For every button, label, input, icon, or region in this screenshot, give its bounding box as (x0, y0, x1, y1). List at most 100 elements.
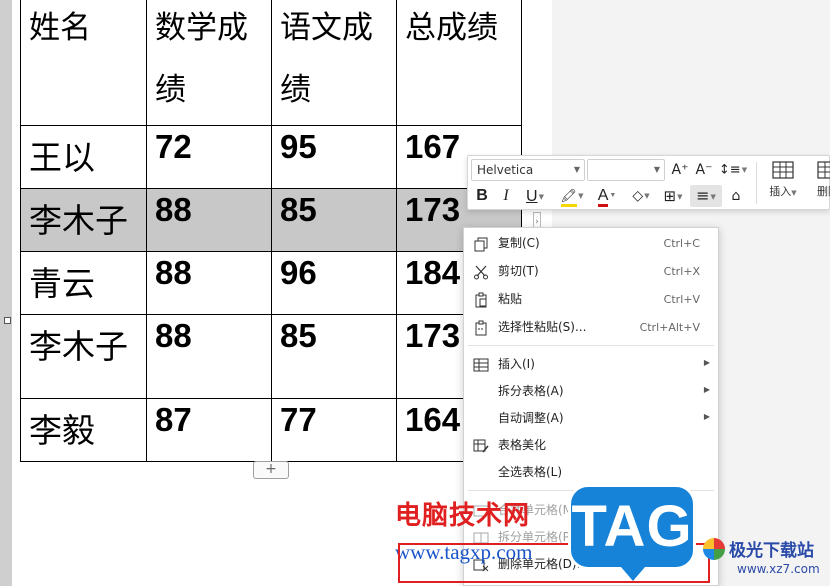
highlight-button[interactable]: 🖍▼ (556, 185, 588, 207)
chevron-down-icon: ▼ (573, 165, 580, 174)
watermark-site2-name: 极光下载站 (729, 541, 814, 561)
chevron-down-icon: ▼ (538, 192, 544, 201)
cell-chinese[interactable]: 96 (271, 251, 397, 315)
bold-button[interactable]: B (472, 185, 492, 207)
menu-label: 剪切(T) (498, 264, 539, 278)
line-spacing-icon: ↕≡ (718, 162, 741, 178)
chevron-down-icon: ▼ (677, 192, 683, 201)
cell-chinese[interactable]: 85 (271, 314, 397, 399)
cell-chinese[interactable]: 95 (271, 125, 397, 189)
underline-icon: U (526, 188, 538, 205)
font-color-icon: A (597, 187, 609, 208)
cell-name[interactable]: 李木子 (20, 188, 147, 252)
align-button[interactable]: ≡▼ (690, 185, 722, 207)
table-row[interactable]: 李毅 87 77 164 (20, 398, 522, 462)
scissors-icon (474, 265, 488, 280)
watermark-site2-url: www.xz7.com (737, 562, 820, 576)
borders-icon: ⊞ (663, 187, 677, 205)
chevron-down-icon: ▼ (741, 166, 748, 174)
table-row[interactable]: 李木子 88 85 173 (20, 314, 522, 399)
insert-row-col-button[interactable]: 插入▼ (758, 158, 808, 208)
copy-icon (474, 237, 488, 252)
menu-label: 自动调整(A) (498, 411, 564, 425)
table-resize-handle[interactable] (4, 317, 11, 324)
cell-name[interactable]: 王以 (20, 125, 147, 189)
menu-item-insert[interactable]: 插入(I) ▶ (464, 351, 718, 378)
menu-label: 插入(I) (498, 357, 535, 371)
chevron-down-icon: ▼ (653, 165, 660, 174)
cell-name[interactable]: 李木子 (20, 314, 147, 399)
menu-label: 选择性粘贴(S)... (498, 320, 587, 334)
score-table[interactable]: 姓名 数学成绩 语文成绩 总成绩 王以 72 95 167 李木子 88 85 … (20, 0, 522, 462)
toolbar-divider (756, 162, 757, 204)
grow-font-button[interactable]: A⁺ (670, 159, 690, 181)
cell-math[interactable]: 88 (146, 188, 272, 252)
table-row[interactable]: 青云 88 96 184 (20, 251, 522, 315)
highlighter-icon: 🖍 (560, 188, 578, 207)
tag-logo-text: TAG (571, 494, 693, 559)
menu-item-cut[interactable]: 剪切(T) Ctrl+X (464, 258, 718, 285)
menu-item-select-table[interactable]: 全选表格(L) (464, 459, 718, 486)
header-cell-name[interactable]: 姓名 (20, 0, 147, 126)
delete-label: 删除 (817, 185, 830, 198)
font-size-select[interactable]: ▼ (587, 159, 665, 181)
menu-item-beautify[interactable]: 表格美化 (464, 432, 718, 459)
menu-shortcut: Ctrl+V (663, 293, 700, 306)
header-cell-chinese[interactable]: 语文成绩 (271, 0, 397, 126)
table-delete-icon (817, 161, 830, 179)
cell-math[interactable]: 72 (146, 125, 272, 189)
watermark-download-site: 极光下载站 www.xz7.com (701, 536, 830, 586)
menu-shortcut: Ctrl+Alt+V (639, 321, 700, 334)
menu-item-split-table[interactable]: 拆分表格(A) ▶ (464, 378, 718, 405)
table-header-row[interactable]: 姓名 数学成绩 语文成绩 总成绩 (20, 0, 522, 126)
header-cell-total[interactable]: 总成绩 (396, 0, 522, 126)
clipboard-icon (475, 292, 487, 308)
font-name-value: Helvetica (477, 163, 534, 177)
cell-chinese[interactable]: 77 (271, 398, 397, 462)
table-insert-icon (473, 358, 489, 372)
menu-label: 表格美化 (498, 438, 547, 452)
cell-math[interactable]: 87 (146, 398, 272, 462)
menu-item-copy[interactable]: 复制(C) Ctrl+C (464, 230, 718, 257)
tag-logo-tail (621, 567, 645, 581)
table-row[interactable]: 王以 72 95 167 (20, 125, 522, 189)
table-style-icon (473, 439, 489, 453)
menu-shortcut: Ctrl+C (663, 237, 700, 250)
insert-label: 插入 (769, 185, 792, 198)
font-name-select[interactable]: Helvetica ▼ (471, 159, 585, 181)
line-spacing-button[interactable]: ↕≡▼ (718, 159, 748, 181)
chevron-down-icon: ▼ (609, 192, 617, 199)
menu-item-paste[interactable]: 粘贴 Ctrl+V (464, 286, 718, 313)
submenu-arrow-icon: ▶ (703, 412, 710, 421)
paint-bucket-icon: ◇ (632, 188, 644, 204)
table-row-selected[interactable]: 李木子 88 85 173 (20, 188, 522, 252)
watermark-tag-logo: TAG (568, 484, 696, 581)
menu-label: 全选表格(L) (498, 465, 563, 479)
chevron-down-icon: ▼ (644, 192, 650, 200)
add-row-button[interactable]: + (253, 461, 289, 479)
format-painter-button[interactable]: ⌂ (726, 185, 746, 207)
submenu-arrow-icon: ▶ (703, 358, 710, 367)
cell-chinese[interactable]: 85 (271, 188, 397, 252)
underline-button[interactable]: U▼ (520, 185, 550, 207)
delete-row-col-button[interactable]: 删除 (803, 158, 830, 208)
cell-name[interactable]: 青云 (20, 251, 147, 315)
cell-math[interactable]: 88 (146, 314, 272, 399)
cell-name[interactable]: 李毅 (20, 398, 147, 462)
shrink-font-button[interactable]: A⁻ (694, 159, 714, 181)
font-color-button[interactable]: A▼ (592, 185, 622, 208)
header-cell-math[interactable]: 数学成绩 (146, 0, 272, 126)
shading-button[interactable]: ◇▼ (626, 185, 656, 207)
menu-divider (468, 345, 714, 346)
watermark-site-name: 电脑技术网 (395, 501, 531, 531)
cell-math[interactable]: 88 (146, 251, 272, 315)
floating-format-toolbar: Helvetica ▼ ▼ A⁺ A⁻ ↕≡▼ B I U▼ 🖍▼ A▼ ◇▼ … (467, 155, 830, 210)
chevron-down-icon: ▼ (578, 192, 584, 200)
submenu-arrow-icon: ▶ (703, 385, 710, 394)
align-icon: ≡ (696, 186, 710, 205)
chevron-down-icon: ▼ (791, 189, 797, 197)
borders-button[interactable]: ⊞▼ (658, 185, 688, 207)
menu-item-auto-fit[interactable]: 自动调整(A) ▶ (464, 405, 718, 432)
italic-button[interactable]: I (496, 185, 516, 207)
menu-item-paste-special[interactable]: 选择性粘贴(S)... Ctrl+Alt+V (464, 314, 718, 341)
